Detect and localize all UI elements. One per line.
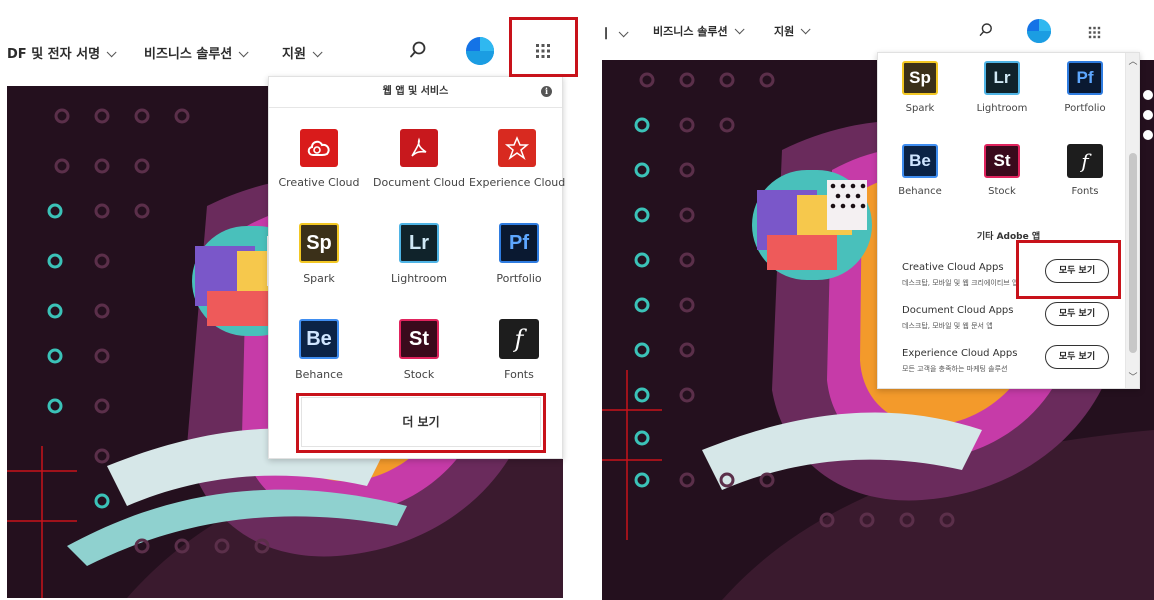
- top-navigation: DF 및 전자 서명 비즈니스 솔루션 지원: [0, 0, 578, 86]
- app-label: Portfolio: [496, 272, 542, 285]
- behance-icon: Be: [299, 319, 339, 359]
- view-all-button[interactable]: 모두 보기: [1045, 345, 1109, 369]
- app-experience-cloud[interactable]: Experience Cloud: [469, 129, 565, 189]
- nav-support-label: 지원: [774, 25, 795, 38]
- nav-pdf-esign-truncated[interactable]: ㅣ: [600, 23, 629, 42]
- other-adobe-apps-title: 기타 Adobe 앱: [976, 232, 1041, 242]
- app-behance[interactable]: Be Behance: [269, 319, 369, 381]
- avatar[interactable]: [466, 37, 494, 65]
- apps-dropdown-menu: Sp Spark Lr Lightroom Pf Portfolio Be Be…: [877, 52, 1140, 389]
- nav-truncated-label: ㅣ: [600, 27, 612, 42]
- portfolio-icon: Pf: [499, 223, 539, 263]
- nav-support[interactable]: 지원: [282, 43, 323, 62]
- stock-icon: St: [984, 144, 1020, 178]
- lightroom-icon: Lr: [399, 223, 439, 263]
- left-screenshot-panel: DF 및 전자 서명 비즈니스 솔루션 지원 웹 앱 및 서비스 i Creat…: [0, 0, 578, 600]
- search-icon[interactable]: [978, 22, 994, 38]
- divider: [269, 107, 562, 108]
- portfolio-icon: Pf: [1067, 61, 1103, 95]
- dropdown-scrollbar[interactable]: ︿ ﹀: [1125, 53, 1139, 388]
- right-screenshot-panel: ㅣ 비즈니스 솔루션 지원 Sp Spark Lr Lightroom Pf P…: [598, 0, 1154, 600]
- chevron-down-icon: [238, 47, 249, 58]
- fonts-icon: f: [499, 319, 539, 359]
- app-label: Spark: [303, 272, 335, 285]
- chevron-down-icon: [734, 24, 745, 35]
- experience-cloud-icon: [498, 129, 536, 167]
- view-all-button[interactable]: 모두 보기: [1045, 259, 1109, 283]
- other-app-desc: 모든 고객을 충족하는 마케팅 솔루션: [902, 365, 1008, 373]
- app-switcher-grid-icon[interactable]: [1088, 24, 1101, 39]
- app-label: Portfolio: [1064, 103, 1106, 114]
- nav-pdf-esign[interactable]: DF 및 전자 서명: [7, 43, 117, 62]
- nav-support[interactable]: 지원: [774, 23, 811, 39]
- scroll-thumb[interactable]: [1129, 153, 1137, 353]
- app-label: Fonts: [504, 368, 534, 381]
- scroll-up-arrow-icon[interactable]: ︿: [1126, 55, 1140, 69]
- other-app-row-creative-cloud: Creative Cloud Apps 데스크탑, 모바일 및 웹 크리에이티브…: [878, 259, 1139, 302]
- app-lightroom[interactable]: Lr Lightroom: [369, 223, 469, 285]
- app-label: Stock: [403, 368, 435, 381]
- app-label: Experience Cloud: [469, 176, 566, 189]
- app-label: Behance: [295, 368, 343, 381]
- app-switcher-grid-icon[interactable]: [535, 43, 551, 59]
- chevron-down-icon: [106, 47, 117, 58]
- spark-icon: Sp: [902, 61, 938, 95]
- apps-dropdown-menu: 웹 앱 및 서비스 i Creative Cloud Document Clou…: [268, 76, 565, 459]
- nav-business-solutions-label: 비즈니스 솔루션: [144, 47, 233, 62]
- app-fonts[interactable]: f Fonts: [469, 319, 569, 381]
- app-fonts[interactable]: f Fonts: [1035, 144, 1135, 197]
- other-app-desc: 데스크탑, 모바일 및 웹 문서 앱: [902, 322, 993, 330]
- behance-icon: Be: [902, 144, 938, 178]
- chevron-down-icon: [312, 47, 323, 58]
- spark-icon: Sp: [299, 223, 339, 263]
- app-stock[interactable]: St Stock: [369, 319, 469, 381]
- dropdown-header: 웹 앱 및 서비스: [382, 86, 449, 97]
- app-label: Fonts: [1071, 186, 1099, 197]
- chevron-down-icon: [800, 24, 811, 35]
- app-label: Lightroom: [391, 272, 447, 285]
- app-portfolio[interactable]: Pf Portfolio: [1035, 61, 1135, 114]
- view-all-button[interactable]: 모두 보기: [1045, 302, 1109, 326]
- document-cloud-icon: [400, 129, 438, 167]
- app-label: Creative Cloud: [278, 176, 360, 189]
- other-app-name: Creative Cloud Apps: [902, 262, 1004, 273]
- other-app-name: Experience Cloud Apps: [902, 348, 1018, 359]
- app-document-cloud[interactable]: Document Cloud: [369, 129, 469, 189]
- info-icon[interactable]: i: [541, 86, 552, 97]
- nav-support-label: 지원: [282, 47, 306, 62]
- app-creative-cloud[interactable]: Creative Cloud: [269, 129, 369, 189]
- other-app-desc: 데스크탑, 모바일 및 웹 크리에이티브 앱: [902, 279, 1019, 287]
- more-apps-button[interactable]: 더 보기: [301, 397, 541, 447]
- nav-business-solutions[interactable]: 비즈니스 솔루션: [653, 23, 745, 39]
- nav-business-solutions[interactable]: 비즈니스 솔루션: [144, 43, 249, 62]
- chevron-down-icon: [618, 27, 629, 38]
- other-app-row-experience-cloud: Experience Cloud Apps 모든 고객을 충족하는 마케팅 솔루…: [878, 345, 1139, 388]
- scroll-down-arrow-icon[interactable]: ﹀: [1126, 371, 1140, 385]
- top-navigation: ㅣ 비즈니스 솔루션 지원: [598, 0, 1154, 60]
- app-portfolio[interactable]: Pf Portfolio: [469, 223, 569, 285]
- other-app-name: Document Cloud Apps: [902, 305, 1014, 316]
- avatar[interactable]: [1027, 19, 1051, 43]
- other-app-row-document-cloud: Document Cloud Apps 데스크탑, 모바일 및 웹 문서 앱 모…: [878, 302, 1139, 345]
- app-spark[interactable]: Sp Spark: [269, 223, 369, 285]
- nav-pdf-esign-label: DF 및 전자 서명: [7, 47, 101, 62]
- search-icon[interactable]: [408, 40, 428, 60]
- stock-icon: St: [399, 319, 439, 359]
- app-label: Document Cloud: [373, 176, 465, 189]
- fonts-icon: f: [1067, 144, 1103, 178]
- creative-cloud-icon: [300, 129, 338, 167]
- lightroom-icon: Lr: [984, 61, 1020, 95]
- nav-business-solutions-label: 비즈니스 솔루션: [653, 25, 728, 38]
